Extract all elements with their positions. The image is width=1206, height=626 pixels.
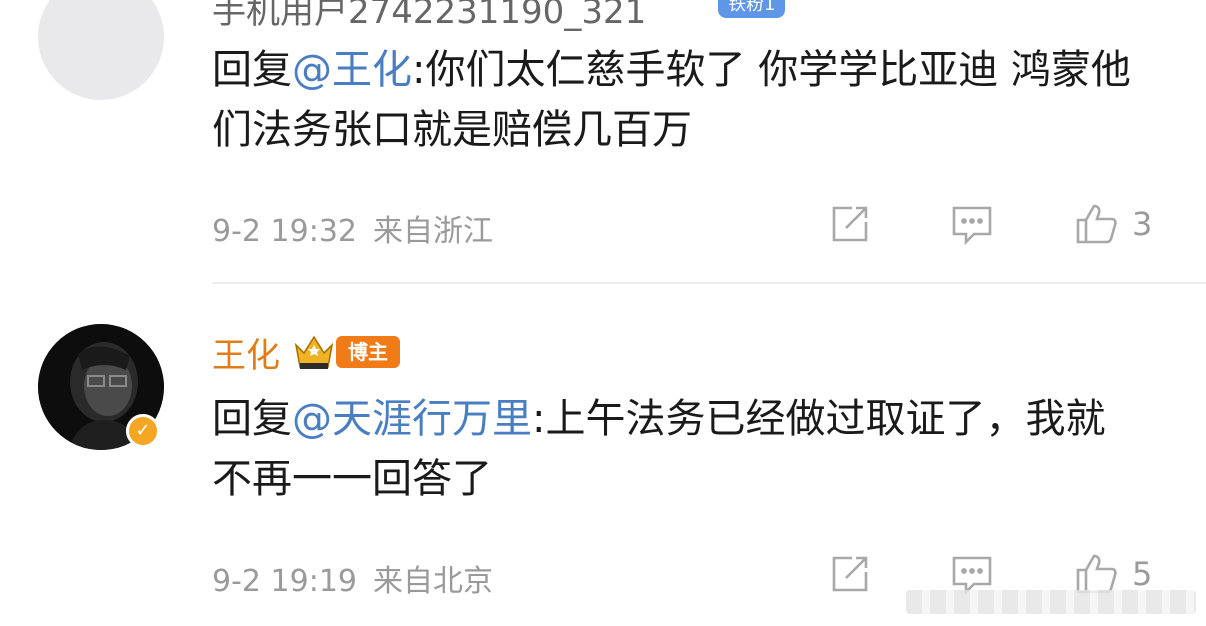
- comment-text: 回复@王化:你们太仁慈手软了 你学学比亚迪 鸿蒙他们法务张口就是赔偿几百万: [212, 40, 1142, 160]
- reply-icon: [952, 206, 992, 246]
- mention-link[interactable]: @王化: [292, 47, 412, 93]
- share-button[interactable]: [826, 550, 874, 598]
- username[interactable]: 手机用户2742231190_321: [212, 0, 646, 32]
- comment-actions: 3: [820, 200, 1166, 248]
- comment-item: 手机用户2742231190_321 铁粉1 回复@王化:你们太仁慈手软了 你学…: [0, 0, 1206, 282]
- comment-meta: 9-2 19:32 来自浙江: [212, 206, 493, 250]
- comment-time: 9-2 19:19: [212, 564, 357, 599]
- like-button[interactable]: 3: [1072, 200, 1152, 248]
- comment-meta: 9-2 19:19 来自北京: [212, 556, 493, 600]
- comment-location: 来自北京: [373, 564, 493, 599]
- comment-item: ✓ 王化 博主 回复@天涯行万里:上午法务已经做过取证了，我就不再一一回答了 9…: [0, 284, 1206, 626]
- avatar[interactable]: [38, 0, 164, 100]
- username-row: 王化 博主: [212, 328, 400, 377]
- comment-location: 来自浙江: [373, 214, 493, 249]
- watermark: [906, 590, 1196, 614]
- like-count: 5: [1132, 555, 1153, 593]
- crown-icon: [294, 335, 334, 369]
- share-icon: [832, 556, 868, 592]
- share-icon: [832, 206, 868, 242]
- reply-prefix: 回复: [212, 396, 292, 442]
- reply-prefix: 回复: [212, 47, 292, 93]
- comment-text: 回复@天涯行万里:上午法务已经做过取证了，我就不再一一回答了: [212, 389, 1142, 509]
- fan-badge: 铁粉1: [718, 0, 786, 18]
- verified-icon: ✓: [126, 414, 160, 448]
- comment-time: 9-2 19:32: [212, 214, 357, 249]
- like-count: 3: [1132, 205, 1153, 243]
- share-button[interactable]: [826, 200, 874, 248]
- like-icon: [1076, 204, 1117, 244]
- mention-link[interactable]: @天涯行万里: [292, 396, 532, 442]
- reply-button[interactable]: [948, 200, 996, 248]
- username[interactable]: 王化: [212, 328, 280, 377]
- username-row: 手机用户2742231190_321: [212, 0, 646, 32]
- blogger-badge: 博主: [336, 336, 400, 368]
